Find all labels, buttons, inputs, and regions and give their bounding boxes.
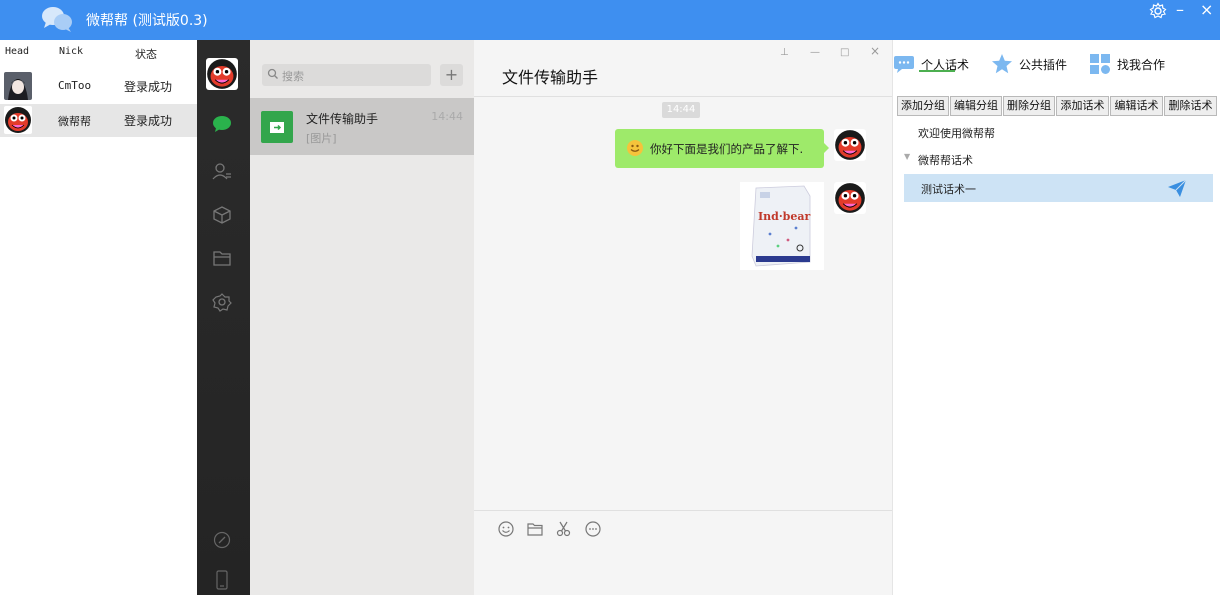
column-header-nick: Nick — [59, 46, 84, 57]
phone-icon[interactable] — [210, 568, 234, 592]
mini-program-icon[interactable] — [210, 290, 234, 314]
tab-public-plugins[interactable]: 公共插件 — [991, 52, 1077, 76]
message-bubble-icon[interactable] — [584, 520, 602, 538]
search-placeholder: 搜索 — [282, 70, 304, 83]
emoji-icon[interactable] — [497, 520, 515, 538]
product-package-image[interactable]: Ind·bear — [740, 182, 824, 270]
divider — [474, 510, 892, 511]
tab-cooperation[interactable]: 找我合作 — [1089, 52, 1175, 76]
divider — [474, 96, 892, 97]
minimize-icon[interactable]: – — [1176, 0, 1184, 20]
chat-bubble-icon — [894, 56, 914, 73]
account-nick: 微帮帮 — [58, 115, 91, 128]
title-bar: 微帮帮 (测试版0.3) – × — [0, 0, 1220, 40]
session-preview: [图片] — [306, 132, 337, 145]
grid-icon — [1090, 54, 1110, 74]
session-name: 文件传输助手 — [306, 112, 379, 126]
scripts-panel: 个人话术 公共插件 找我合作 添加分组 编辑分组 删除分组 添加话术 编辑话术 … — [892, 40, 1220, 595]
star-icon — [992, 54, 1012, 74]
folder-icon[interactable] — [210, 246, 234, 270]
cartoon-face-avatar — [4, 106, 32, 134]
account-row[interactable]: 微帮帮 登录成功 — [0, 104, 197, 137]
sender-avatar[interactable] — [834, 129, 866, 161]
column-header-head: Head — [5, 46, 30, 57]
time-badge: 14:44 — [662, 102, 700, 118]
app-logo-icon — [42, 7, 72, 32]
column-header-status: 状态 — [135, 48, 157, 61]
account-status: 登录成功 — [124, 80, 173, 94]
bubble-arrow — [823, 142, 829, 154]
folder-icon[interactable] — [526, 520, 544, 538]
tree-item-label: 测试话术一 — [921, 183, 976, 196]
session-time: 14:44 — [431, 110, 463, 123]
anime-avatar — [4, 72, 32, 100]
chat-title: 文件传输助手 — [502, 68, 599, 87]
user-avatar[interactable] — [206, 58, 238, 90]
maximize-window-icon[interactable]: □ — [840, 47, 849, 58]
scissors-icon[interactable] — [555, 520, 573, 538]
delete-group-button[interactable]: 删除分组 — [1003, 96, 1055, 116]
chat-panel: ⊥ — □ × 文件传输助手 14:44 你好下面是我们的产品了解下. Ind·… — [474, 40, 892, 595]
tree-group[interactable]: 微帮帮话术 — [918, 152, 973, 168]
send-paper-plane-icon[interactable] — [1167, 178, 1187, 198]
expand-arrow-icon[interactable]: ▼ — [904, 152, 910, 161]
minimize-window-icon[interactable]: — — [810, 47, 820, 58]
file-transfer-icon — [261, 111, 293, 143]
tree-item[interactable]: 欢迎使用微帮帮 — [918, 125, 995, 141]
app-title: 微帮帮 (测试版0.3) — [86, 13, 208, 29]
contacts-icon[interactable] — [210, 159, 234, 183]
delete-script-button[interactable]: 删除话术 — [1164, 96, 1217, 116]
search-input[interactable]: 搜索 — [262, 64, 431, 86]
chat-icon[interactable] — [210, 112, 234, 136]
account-status: 登录成功 — [124, 114, 173, 128]
tab-label: 找我合作 — [1117, 58, 1166, 72]
link-icon[interactable] — [210, 528, 234, 552]
favorites-cube-icon[interactable] — [210, 203, 234, 227]
edit-script-button[interactable]: 编辑话术 — [1110, 96, 1163, 116]
add-button[interactable]: + — [440, 64, 463, 86]
add-group-button[interactable]: 添加分组 — [897, 96, 949, 116]
settings-gear-icon[interactable] — [1149, 2, 1167, 25]
close-icon[interactable]: × — [1200, 0, 1213, 20]
session-item[interactable]: 文件传输助手 [图片] 14:44 — [250, 98, 474, 155]
tab-label: 公共插件 — [1019, 58, 1068, 72]
pin-icon[interactable]: ⊥ — [780, 47, 789, 58]
tab-personal-scripts[interactable]: 个人话术 — [893, 52, 979, 76]
account-list: Head Nick 状态 CmToo 登录成功 微帮帮 登录成功 — [0, 40, 197, 595]
close-window-icon[interactable]: × — [870, 44, 880, 58]
sender-avatar[interactable] — [834, 182, 866, 214]
message-bubble[interactable]: 你好下面是我们的产品了解下. — [615, 129, 824, 168]
svg-text:Ind·bear: Ind·bear — [758, 210, 810, 223]
active-tab-indicator — [919, 70, 955, 72]
add-script-button[interactable]: 添加话术 — [1056, 96, 1109, 116]
search-icon — [267, 68, 278, 79]
edit-group-button[interactable]: 编辑分组 — [950, 96, 1002, 116]
nav-bar — [197, 40, 250, 595]
message-text: 你好下面是我们的产品了解下. — [650, 142, 804, 156]
account-row[interactable]: CmToo 登录成功 — [0, 70, 197, 103]
session-list: 搜索 + 文件传输助手 [图片] 14:44 — [250, 40, 474, 595]
account-nick: CmToo — [58, 79, 92, 92]
smile-emoji-icon — [627, 140, 643, 156]
